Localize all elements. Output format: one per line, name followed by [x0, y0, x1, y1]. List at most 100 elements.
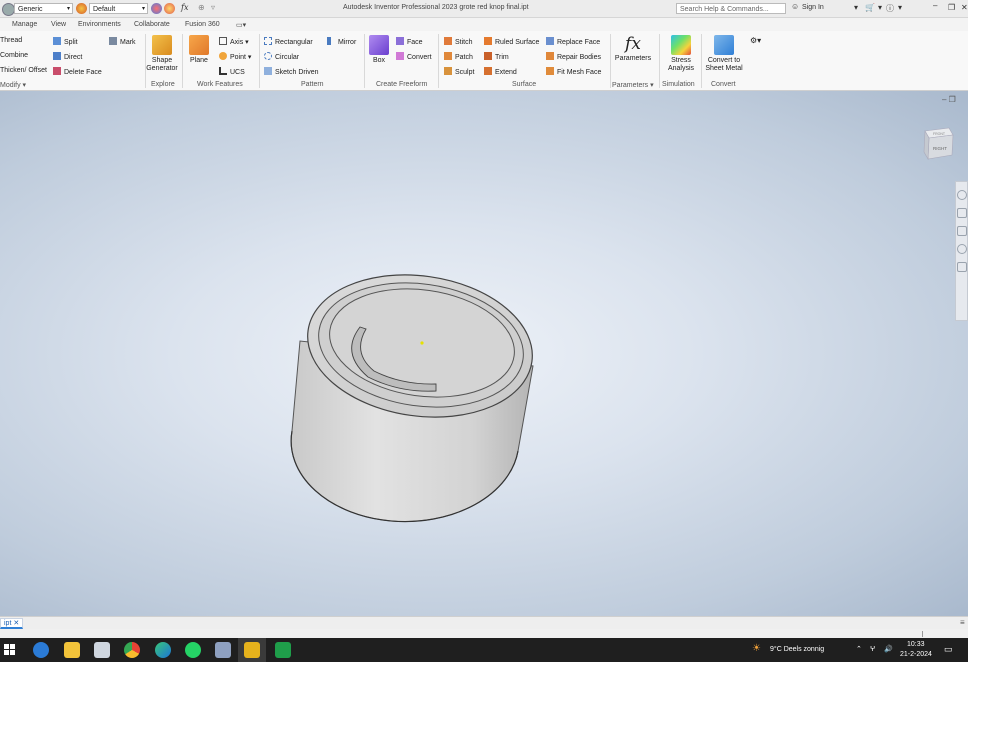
- edge-icon[interactable]: [155, 642, 171, 658]
- tab-options-icon[interactable]: ▭▾: [236, 21, 246, 29]
- look-at-icon[interactable]: [956, 262, 967, 272]
- center-point[interactable]: [420, 341, 424, 345]
- replace-face-button[interactable]: Replace Face: [546, 37, 600, 46]
- sign-in-link[interactable]: Sign In: [802, 4, 824, 11]
- convert-to-sheet-metal-button[interactable]: Convert to Sheet Metal: [703, 35, 745, 73]
- replace-face-label: Replace Face: [557, 39, 601, 46]
- zoom-icon[interactable]: [956, 226, 967, 236]
- material-combo[interactable]: Generic ▾: [14, 3, 73, 14]
- cart-icon[interactable]: 🛒: [865, 3, 875, 12]
- clock-date[interactable]: 21-2-2024: [900, 651, 932, 658]
- minimize-icon[interactable]: –: [933, 1, 937, 10]
- orbit-icon[interactable]: [956, 244, 967, 254]
- part-model[interactable]: [0, 91, 968, 616]
- patch-button[interactable]: Patch: [444, 52, 473, 61]
- mark-button[interactable]: Mark: [109, 37, 136, 46]
- parameters-button[interactable]: fx Parameters: [612, 34, 654, 62]
- repair-bodies-button[interactable]: Repair Bodies: [546, 52, 601, 61]
- ruled-surface-icon: [484, 37, 492, 45]
- customize-icon[interactable]: ▿: [211, 3, 215, 12]
- file-explorer-icon[interactable]: [64, 642, 80, 658]
- circular-pattern-button[interactable]: Circular: [264, 52, 299, 61]
- view-cube[interactable]: RIGHT FRONT: [921, 125, 955, 165]
- tab-view[interactable]: View: [51, 21, 66, 28]
- shape-generator-label: Shape Generator: [146, 57, 178, 72]
- full-navigation-wheel-icon[interactable]: [956, 190, 967, 200]
- appearance-combo[interactable]: Default ▾: [89, 3, 148, 14]
- tab-menu-icon[interactable]: ≡: [960, 618, 965, 627]
- clock-time[interactable]: 10:33: [907, 641, 925, 648]
- thread-button[interactable]: Thread: [0, 37, 22, 44]
- fit-mesh-face-button[interactable]: Fit Mesh Face: [546, 67, 601, 76]
- sketch-driven-pattern-button[interactable]: Sketch Driven: [264, 67, 319, 76]
- document-tab[interactable]: ipt ✕: [0, 618, 24, 629]
- ribbon-more-button[interactable]: ⚙▾: [750, 36, 761, 45]
- close-icon[interactable]: ✕: [961, 3, 968, 12]
- chevron-down-icon[interactable]: ▾: [878, 3, 882, 12]
- clear-override-icon[interactable]: [164, 3, 175, 14]
- box-button[interactable]: Box: [368, 35, 390, 64]
- app-icon[interactable]: [215, 642, 231, 658]
- rectangular-pattern-button[interactable]: Rectangular: [264, 37, 313, 46]
- box-icon: [369, 35, 389, 55]
- tab-environments[interactable]: Environments: [78, 21, 121, 28]
- tab-manage[interactable]: Manage: [12, 21, 37, 28]
- view-cube-front-label[interactable]: RIGHT: [933, 146, 947, 151]
- ruled-surface-button[interactable]: Ruled Surface: [484, 37, 539, 46]
- help-icon[interactable]: ⓘ: [886, 3, 894, 14]
- appearance-icon[interactable]: [76, 3, 87, 14]
- plane-button[interactable]: Plane: [186, 35, 212, 64]
- chevron-up-icon[interactable]: ⌃: [856, 645, 862, 653]
- sculpt-button[interactable]: Sculpt: [444, 67, 474, 76]
- fx-icon[interactable]: fx: [181, 3, 188, 12]
- measure-icon[interactable]: ⊕: [198, 3, 205, 12]
- combine-button[interactable]: Combine: [0, 52, 28, 59]
- volume-icon[interactable]: 🔊: [884, 645, 893, 653]
- point-button[interactable]: Point ▾: [219, 52, 251, 61]
- repair-bodies-icon: [546, 52, 554, 60]
- face-button[interactable]: Face: [396, 37, 423, 46]
- chevron-down-icon[interactable]: ▾: [854, 3, 858, 12]
- ribbon-divider: [364, 34, 365, 88]
- chrome-icon[interactable]: [124, 642, 140, 658]
- whatsapp-icon[interactable]: [185, 642, 201, 658]
- axis-button[interactable]: Axis ▾: [219, 37, 249, 46]
- weather-text[interactable]: 9°C Deels zonnig: [770, 646, 824, 653]
- excel-icon[interactable]: [275, 642, 291, 658]
- start-icon[interactable]: [4, 644, 15, 655]
- user-icon[interactable]: ☺: [791, 2, 799, 11]
- ribbon-divider: [701, 34, 702, 88]
- mirror-button[interactable]: Mirror: [327, 37, 356, 46]
- weather-icon[interactable]: ☀: [752, 643, 761, 654]
- thread-label: Thread: [0, 37, 23, 44]
- color-override-icon[interactable]: [151, 3, 162, 14]
- extend-button[interactable]: Extend: [484, 67, 517, 76]
- view-cube-top-label[interactable]: FRONT: [933, 132, 946, 136]
- notification-icon[interactable]: ▭: [944, 644, 953, 655]
- inventor-icon[interactable]: [244, 642, 260, 658]
- trim-button[interactable]: Trim: [484, 52, 509, 61]
- tab-fusion-360[interactable]: Fusion 360: [185, 21, 220, 28]
- navigation-bar[interactable]: [955, 181, 968, 321]
- group-label-convert: Convert: [711, 81, 736, 88]
- direct-button[interactable]: Direct: [53, 52, 82, 61]
- shape-generator-button[interactable]: Shape Generator: [146, 35, 178, 73]
- chevron-down-icon[interactable]: ▾: [898, 3, 902, 12]
- search-input[interactable]: Search Help & Commands...: [676, 3, 786, 14]
- network-icon[interactable]: ⵖ: [870, 645, 875, 653]
- split-button[interactable]: Split: [53, 37, 78, 46]
- thicken-offset-button[interactable]: Thicken/ Offset: [0, 67, 47, 74]
- close-icon[interactable]: ✕: [13, 620, 19, 627]
- pan-icon[interactable]: [956, 208, 967, 218]
- convert-button[interactable]: Convert: [396, 52, 432, 61]
- calculator-icon[interactable]: [94, 642, 110, 658]
- maximize-icon[interactable]: ❐: [948, 3, 955, 12]
- graphics-viewport[interactable]: – ❐ RIGHT FRONT: [0, 91, 968, 616]
- delete-face-button[interactable]: Delete Face: [53, 67, 102, 76]
- ucs-button[interactable]: UCS: [219, 67, 245, 76]
- tab-collaborate[interactable]: Collaborate: [134, 21, 170, 28]
- stitch-button[interactable]: Stitch: [444, 37, 473, 46]
- patch-label: Patch: [455, 54, 473, 61]
- mail-icon[interactable]: [33, 642, 49, 658]
- stress-analysis-button[interactable]: Stress Analysis: [663, 35, 699, 73]
